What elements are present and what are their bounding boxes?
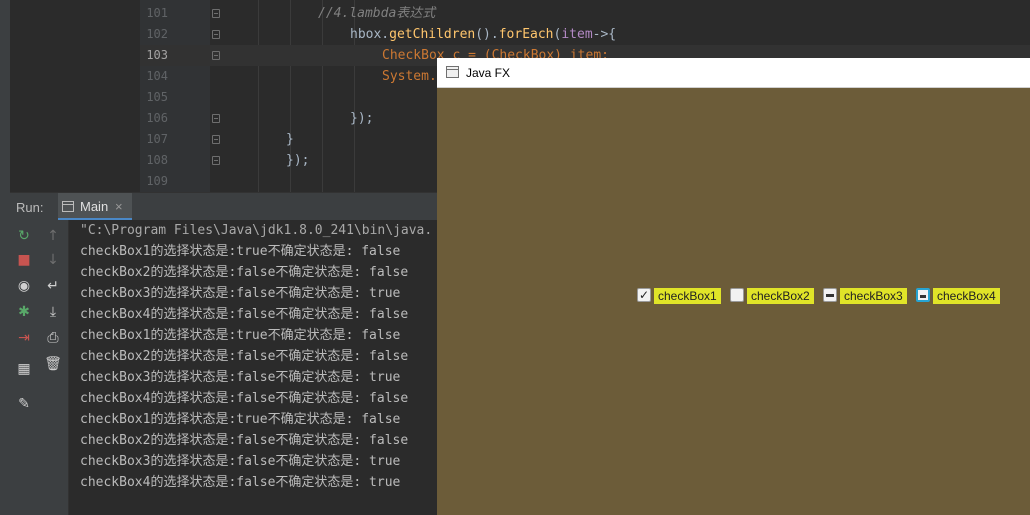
checkbox-box[interactable] (823, 288, 837, 302)
layout-icon[interactable]: ▦ (15, 360, 33, 378)
tab-main[interactable]: Main × (58, 193, 132, 221)
tab-main-label: Main (80, 199, 109, 214)
checkbox-label[interactable]: checkBox4 (933, 288, 1000, 304)
code-text: }); (286, 150, 309, 171)
window-title: Java FX (466, 66, 511, 80)
console-line: checkBox4的选择状态是:false不确定状态是: false (80, 391, 409, 406)
rerun-icon[interactable]: ↻ (15, 227, 33, 245)
fold-marker-icon[interactable] (212, 30, 220, 39)
code-token: getChildren (389, 27, 476, 42)
fold-marker-icon[interactable] (212, 156, 220, 165)
checkbox-label[interactable]: checkBox3 (840, 288, 907, 304)
console-line: checkBox4的选择状态是:false不确定状态是: true (80, 475, 401, 490)
indeterminate-dash-icon (920, 295, 926, 298)
soft-wrap-icon[interactable]: ↵ (44, 277, 62, 295)
fold-marker-icon[interactable] (212, 51, 220, 60)
line-number: 106 (146, 111, 168, 125)
console-line: checkBox3的选择状态是:false不确定状态是: true (80, 286, 401, 301)
application-icon (62, 201, 74, 212)
code-token: item (561, 27, 593, 42)
fold-marker-icon[interactable] (212, 114, 220, 123)
console-command-line: "C:\Program Files\Java\jdk1.8.0_241\bin\… (80, 223, 433, 238)
code-line[interactable]: 102 hbox.getChildren().forEach(item->{ (140, 24, 1030, 45)
console-line: checkBox2的选择状态是:false不确定状态是: false (80, 433, 409, 448)
window-icon (446, 66, 459, 78)
console-line: checkBox3的选择状态是:false不确定状态是: true (80, 370, 401, 385)
code-token: (). (475, 27, 499, 42)
console-line: checkBox1的选择状态是:true不确定状态是: false (80, 328, 401, 343)
code-token: System. (382, 69, 437, 84)
stop-icon[interactable]: ■ (15, 251, 33, 269)
checkbox-4[interactable]: checkBox4 (916, 287, 1008, 305)
line-number: 105 (146, 90, 168, 104)
close-icon[interactable]: × (115, 199, 123, 214)
line-number: 103 (146, 48, 168, 62)
line-number: 108 (146, 153, 168, 167)
checkbox-box[interactable]: ✓ (637, 288, 651, 302)
pin-icon[interactable]: ✎ (15, 395, 33, 413)
checkbox-box[interactable] (916, 288, 930, 302)
code-text: //4.lambda表达式 (318, 3, 435, 24)
code-token: hbox. (350, 27, 390, 42)
code-token: }); (350, 111, 374, 126)
debug-icon[interactable]: ✱ (15, 303, 33, 321)
console-line: checkBox1的选择状态是:true不确定状态是: false (80, 244, 401, 259)
code-token: }); (286, 153, 310, 168)
console-line: checkBox1的选择状态是:true不确定状态是: false (80, 412, 401, 427)
left-tool-stripe (0, 192, 10, 515)
line-number: 109 (146, 174, 168, 188)
console-line: checkBox4的选择状态是:false不确定状态是: false (80, 307, 409, 322)
code-line[interactable]: 101 //4.lambda表达式 (140, 3, 1030, 24)
checkbox-2[interactable]: checkBox2 (730, 287, 822, 305)
indeterminate-dash-icon (826, 294, 834, 297)
console-line: checkBox2的选择状态是:false不确定状态是: false (80, 265, 409, 280)
camera-icon[interactable]: ◉ (15, 277, 33, 295)
code-text: }); (350, 108, 373, 129)
down-arrow-icon[interactable]: ↓ (44, 251, 62, 269)
scroll-to-end-icon[interactable]: ⤓ (44, 303, 62, 321)
code-token: //4.lambda表达式 (318, 6, 436, 21)
line-number: 102 (146, 27, 168, 41)
console-output[interactable]: "C:\Program Files\Java\jdk1.8.0_241\bin\… (69, 220, 437, 515)
code-token: forEach (498, 27, 554, 42)
console-line: checkBox2的选择状态是:false不确定状态是: false (80, 349, 409, 364)
code-text: } (286, 129, 294, 150)
code-text: hbox.getChildren().forEach(item->{ (350, 24, 616, 45)
editor-left-strip (0, 0, 10, 192)
line-number: 107 (146, 132, 168, 146)
run-tool-window-header: Run: Main × (0, 192, 437, 221)
fold-marker-icon[interactable] (212, 9, 220, 18)
run-label: Run: (16, 200, 44, 215)
run-toolbar: ↻ ■ ◉ ✱ ⇥ ▦ ✎ ↑ ↓ ↵ ⤓ ⎙ 🗑 (10, 220, 69, 515)
line-number: 101 (146, 6, 168, 20)
checkbox-label[interactable]: checkBox2 (747, 288, 814, 304)
exit-icon[interactable]: ⇥ (15, 329, 33, 347)
console-line: checkBox3的选择状态是:false不确定状态是: true (80, 454, 401, 469)
checkbox-label[interactable]: checkBox1 (654, 288, 721, 304)
checkbox-box[interactable] (730, 288, 744, 302)
print-icon[interactable]: ⎙ (44, 329, 62, 347)
fold-marker-icon[interactable] (212, 135, 220, 144)
checkmark-icon: ✓ (638, 288, 650, 302)
up-arrow-icon[interactable]: ↑ (44, 227, 62, 245)
code-token: } (286, 132, 294, 147)
checkbox-1[interactable]: ✓ checkBox1 (637, 287, 729, 305)
code-token: ->{ (592, 27, 617, 42)
window-titlebar[interactable]: Java FX (437, 58, 1030, 88)
javafx-window[interactable]: Java FX ✓ checkBox1 checkBox2 checkBox3 chec… (437, 58, 1030, 515)
code-text: System. (382, 66, 437, 87)
checkbox-3[interactable]: checkBox3 (823, 287, 915, 305)
line-number: 104 (146, 69, 168, 83)
trash-icon[interactable]: 🗑 (44, 355, 62, 373)
